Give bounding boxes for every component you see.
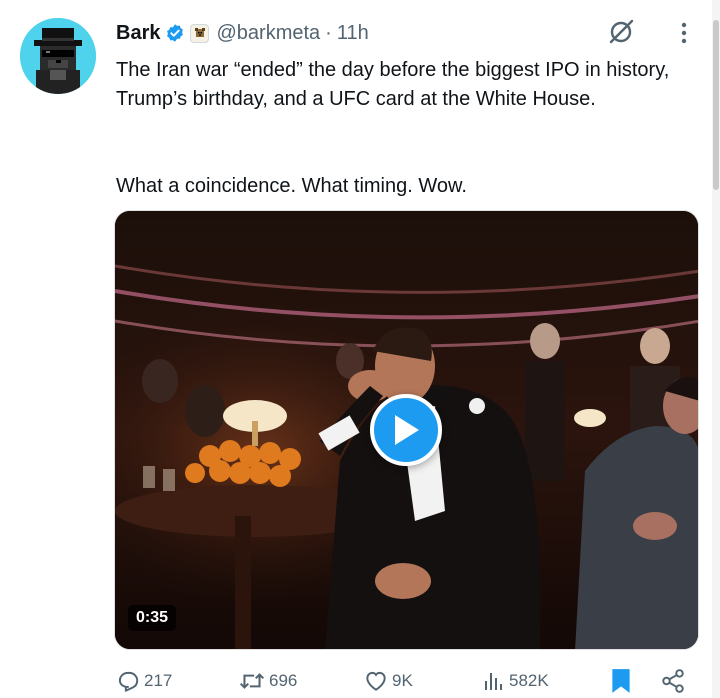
views-count: 582K (509, 671, 549, 690)
scrollbar-thumb[interactable] (713, 20, 719, 190)
video-duration-badge: 0:35 (128, 605, 177, 631)
reply-icon (118, 671, 139, 692)
tweet-timestamp[interactable]: 11h (337, 22, 369, 45)
views-button[interactable]: 582K (482, 666, 549, 696)
bookmark-button[interactable] (610, 666, 632, 696)
repost-button[interactable]: 696 (238, 666, 297, 696)
bookmark-icon (612, 669, 630, 693)
like-button[interactable]: 9K (363, 666, 413, 696)
share-button[interactable] (660, 666, 686, 696)
dog-affiliation-icon[interactable] (190, 23, 210, 43)
heart-icon (366, 671, 386, 691)
grok-icon[interactable] (606, 17, 636, 47)
scrollbar[interactable] (712, 0, 720, 698)
more-options-icon[interactable] (676, 20, 692, 46)
reply-button[interactable]: 217 (115, 666, 172, 696)
author-display-name[interactable]: Bark (116, 22, 160, 45)
play-icon (395, 415, 419, 445)
pixel-dog-avatar-icon (20, 18, 96, 94)
tweet-action-bar: 217 696 9K 582K (0, 662, 720, 698)
reply-count: 217 (144, 671, 173, 690)
repost-count: 696 (269, 671, 298, 690)
repost-icon (239, 673, 265, 689)
tweet-text-paragraph: What a coincidence. What timing. Wow. (116, 175, 467, 197)
tweet-text-paragraph: The Iran war “ended” the day before the … (116, 59, 670, 110)
verified-badge-icon (165, 23, 185, 43)
views-chart-icon (485, 673, 502, 690)
avatar[interactable] (20, 18, 96, 94)
like-count: 9K (392, 671, 413, 690)
play-button[interactable] (370, 394, 442, 466)
tweet-header: Bark @barkmeta · 11h (116, 18, 369, 48)
author-handle[interactable]: @barkmeta (216, 22, 320, 45)
separator-dot: · (325, 21, 332, 44)
share-icon (662, 669, 684, 693)
